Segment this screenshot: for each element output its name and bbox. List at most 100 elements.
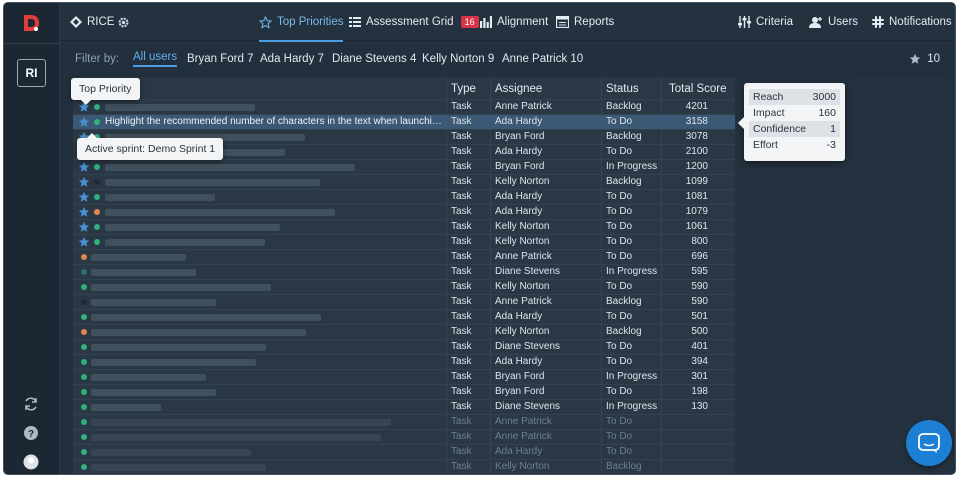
redacted-title[interactable] <box>105 104 255 111</box>
starred-count[interactable]: 10 <box>909 53 940 65</box>
redacted-title[interactable] <box>105 209 335 216</box>
priority-star-icon[interactable] <box>78 161 90 173</box>
status-dot <box>81 314 87 320</box>
status-dot <box>81 464 87 470</box>
star-outline-icon <box>259 15 272 29</box>
header-status[interactable]: Status <box>606 83 639 95</box>
table-row[interactable]: Task Ada Hardy To Do 501 <box>73 309 735 324</box>
table-row[interactable]: Task Bryan Ford To Do 198 <box>73 384 735 399</box>
table-row[interactable]: Task Kelly Norton To Do 1061 <box>73 219 735 234</box>
cell-type: Task <box>451 401 472 412</box>
redacted-title[interactable] <box>105 164 355 171</box>
priority-star-icon[interactable] <box>78 221 90 233</box>
cell-total-score: 590 <box>691 296 708 307</box>
priority-star-icon[interactable] <box>78 206 90 218</box>
table-row[interactable]: Task Diane Stevens To Do 401 <box>73 339 735 354</box>
gear-icon[interactable] <box>117 16 130 29</box>
table-row[interactable]: Task Ada Hardy To Do 1079 <box>73 204 735 219</box>
user-avatar-icon[interactable] <box>23 454 39 470</box>
status-dot <box>94 164 100 170</box>
cell-assignee: Diane Stevens <box>495 401 561 412</box>
table-row[interactable]: Task Bryan Ford In Progress 1200 <box>73 159 735 174</box>
filter-kelly-norton[interactable]: Kelly Norton 9 <box>422 53 494 65</box>
redacted-title[interactable] <box>91 449 251 456</box>
cell-status: To Do <box>606 446 633 457</box>
priority-star-icon[interactable] <box>78 116 90 128</box>
header-total-score[interactable]: Total Score <box>669 83 727 95</box>
priority-star-icon[interactable] <box>78 191 90 203</box>
redacted-title[interactable] <box>91 359 256 366</box>
cell-assignee: Anne Patrick <box>495 296 552 307</box>
table-row[interactable]: Task Kelly Norton To Do 590 <box>73 279 735 294</box>
logo-icon[interactable] <box>21 13 41 33</box>
header-assignee[interactable]: Assignee <box>495 83 542 95</box>
cell-type: Task <box>451 296 472 307</box>
cell-total-score: 800 <box>691 236 708 247</box>
redacted-title[interactable] <box>105 194 215 201</box>
table-row[interactable]: Task Kelly Norton Backlog 500 <box>73 324 735 339</box>
status-dot <box>81 284 87 290</box>
refresh-icon[interactable] <box>23 396 39 412</box>
redacted-title[interactable] <box>91 299 216 306</box>
cell-assignee: Kelly Norton <box>495 326 550 337</box>
table-row[interactable]: Task Anne Patrick To Do <box>73 429 735 444</box>
redacted-title[interactable] <box>91 344 266 351</box>
chat-launcher-button[interactable] <box>906 420 952 466</box>
redacted-title[interactable] <box>91 329 306 336</box>
table-row[interactable]: Task Ada Hardy To Do 394 <box>73 354 735 369</box>
table-row[interactable]: Task Anne Patrick Backlog 4201 <box>73 99 735 114</box>
tab-assessment-grid[interactable]: Assessment Grid 16 <box>349 3 479 41</box>
table-row[interactable]: Task Kelly Norton Backlog 1099 <box>73 174 735 189</box>
cell-assignee: Ada Hardy <box>495 146 543 157</box>
table-row[interactable]: Task Ada Hardy To Do <box>73 444 735 459</box>
redacted-title[interactable] <box>91 254 186 261</box>
tab-alignment[interactable]: Alignment <box>480 3 548 41</box>
notifications-button[interactable]: Notifications <box>872 3 952 41</box>
redacted-title[interactable] <box>91 419 391 426</box>
table-row[interactable]: Task Anne Patrick To Do <box>73 414 735 429</box>
redacted-title[interactable] <box>105 239 265 246</box>
table-row[interactable]: Task Anne Patrick To Do 696 <box>73 249 735 264</box>
redacted-title[interactable] <box>91 374 206 381</box>
redacted-title[interactable] <box>105 224 280 231</box>
redacted-title[interactable] <box>91 269 196 276</box>
cell-type: Task <box>451 221 472 232</box>
users-button[interactable]: Users <box>809 3 858 41</box>
filter-bryan-ford[interactable]: Bryan Ford 7 <box>187 53 253 65</box>
table-row[interactable]: Task Kelly Norton Backlog <box>73 459 735 474</box>
filter-ada-hardy[interactable]: Ada Hardy 7 <box>260 53 324 65</box>
item-title[interactable]: Highlight the recommended number of char… <box>105 116 445 127</box>
status-dot <box>81 449 87 455</box>
table-row[interactable]: Task Ada Hardy To Do 1081 <box>73 189 735 204</box>
tab-top-priorities[interactable]: Top Priorities <box>259 3 344 42</box>
redacted-title[interactable] <box>91 314 321 321</box>
priority-star-icon[interactable] <box>78 176 90 188</box>
table-row[interactable]: Highlight the recommended number of char… <box>73 114 735 129</box>
header-type[interactable]: Type <box>451 83 476 95</box>
help-icon[interactable]: ? <box>23 425 39 441</box>
tab-reports[interactable]: Reports <box>556 3 614 41</box>
workspace-avatar[interactable]: RI <box>17 59 46 87</box>
priority-star-icon[interactable] <box>78 236 90 248</box>
tab-label: Reports <box>574 16 615 28</box>
filter-anne-patrick[interactable]: Anne Patrick 10 <box>502 53 583 65</box>
redacted-title[interactable] <box>91 404 161 411</box>
cell-total-score: 1200 <box>685 161 708 172</box>
table-row[interactable]: Task Kelly Norton To Do 800 <box>73 234 735 249</box>
redacted-title[interactable] <box>91 464 266 471</box>
criteria-button[interactable]: Criteria <box>738 3 793 41</box>
rail-divider <box>4 43 60 44</box>
cell-status: To Do <box>606 386 633 397</box>
redacted-title[interactable] <box>105 179 320 186</box>
table-row[interactable]: Task Diane Stevens In Progress 595 <box>73 264 735 279</box>
notification-badge: 16 <box>460 16 479 28</box>
redacted-title[interactable] <box>91 284 271 291</box>
table-row[interactable]: Task Bryan Ford In Progress 301 <box>73 369 735 384</box>
table-row[interactable]: Task Anne Patrick Backlog 590 <box>73 294 735 309</box>
filter-all-users[interactable]: All users <box>133 51 178 67</box>
filter-diane-stevens[interactable]: Diane Stevens 4 <box>332 53 416 65</box>
board-selector[interactable]: RICE <box>70 3 114 41</box>
redacted-title[interactable] <box>91 434 381 441</box>
redacted-title[interactable] <box>91 389 216 396</box>
table-row[interactable]: Task Diane Stevens In Progress 130 <box>73 399 735 414</box>
